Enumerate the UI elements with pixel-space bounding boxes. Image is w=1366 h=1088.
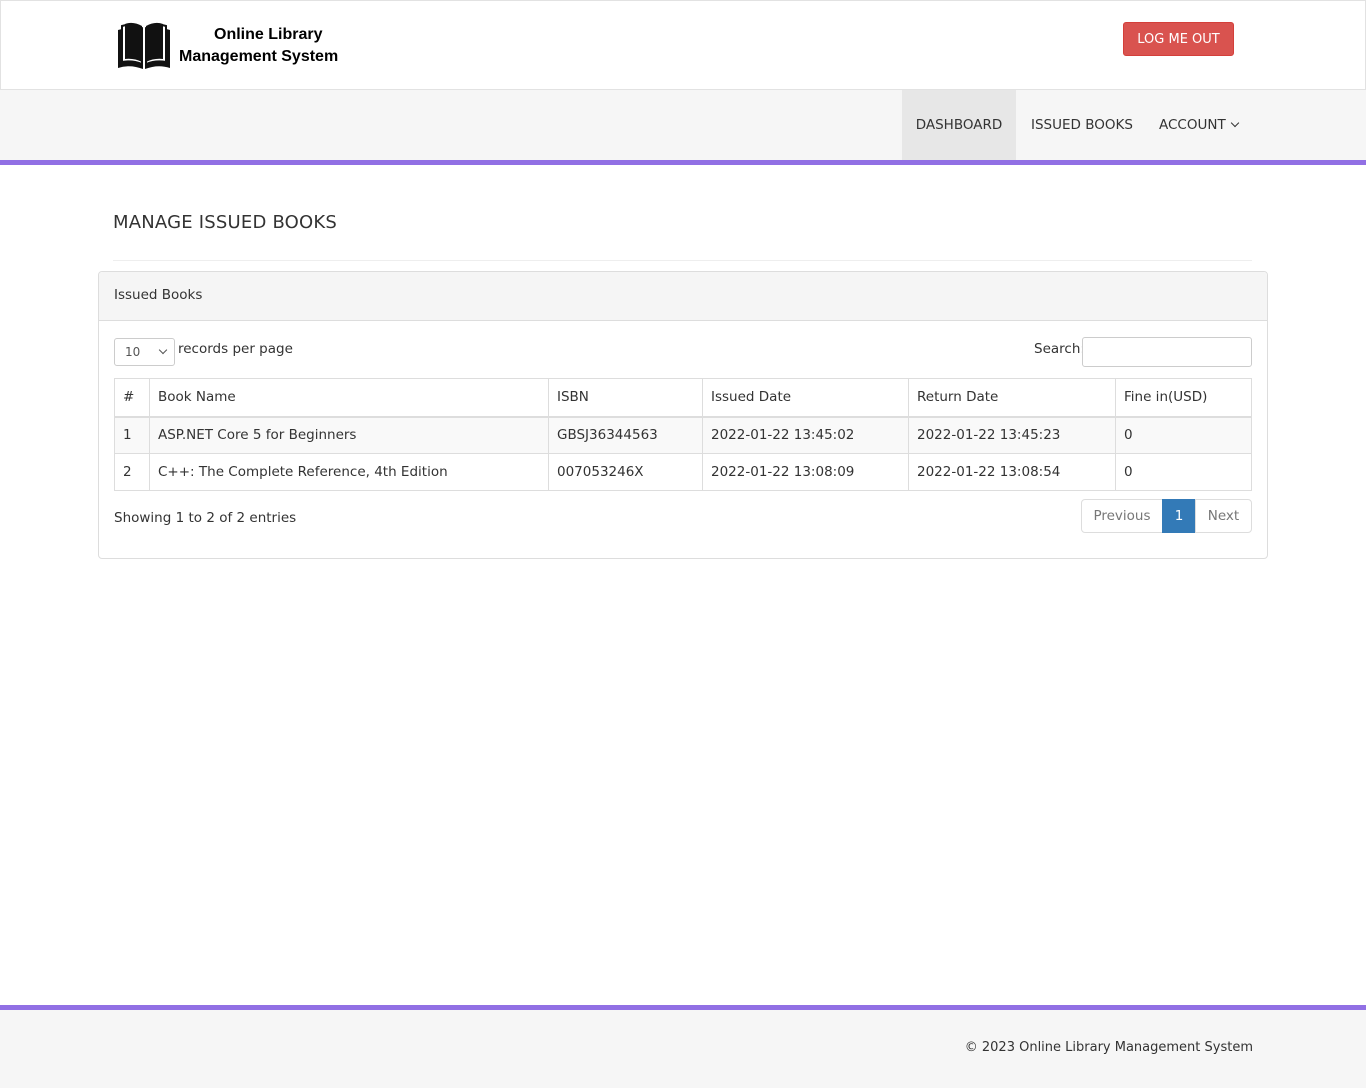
cell-number: 2 — [114, 453, 150, 491]
footer: © 2023 Online Library Management System — [0, 1010, 1366, 1088]
logo[interactable]: Online Library Management System — [116, 20, 338, 72]
nav-issued-books[interactable]: ISSUED BOOKS — [1031, 90, 1133, 160]
logo-line1: Online Library — [214, 26, 323, 43]
cell-fine: 0 — [1115, 416, 1252, 454]
pagination-page-1[interactable]: 1 — [1162, 499, 1196, 533]
table-row: 2 C++: The Complete Reference, 4th Editi… — [114, 453, 1252, 491]
column-header-fine[interactable]: Fine in(USD) — [1115, 378, 1252, 418]
search-label: Search: — [1034, 341, 1085, 357]
column-header-isbn[interactable]: ISBN — [548, 378, 703, 418]
nav-account-label: ACCOUNT — [1159, 117, 1226, 133]
cell-issued-date: 2022-01-22 13:45:02 — [702, 416, 909, 454]
panel-heading-text: Issued Books — [114, 287, 203, 303]
table-info: Showing 1 to 2 of 2 entries — [114, 510, 297, 526]
chevron-down-icon — [1230, 118, 1239, 128]
cell-return-date: 2022-01-22 13:08:54 — [908, 453, 1116, 491]
panel-heading: Issued Books — [99, 272, 1267, 321]
page-title: MANAGE ISSUED BOOKS — [113, 212, 338, 233]
cell-fine: 0 — [1115, 453, 1252, 491]
pagination-previous[interactable]: Previous — [1081, 499, 1163, 533]
navbar: DASHBOARD ISSUED BOOKS ACCOUNT — [0, 90, 1366, 160]
cell-number: 1 — [114, 416, 150, 454]
cell-book-name: C++: The Complete Reference, 4th Edition — [149, 453, 549, 491]
title-divider — [113, 260, 1252, 261]
nav-dashboard[interactable]: DASHBOARD — [902, 90, 1016, 160]
logo-line2: Management System — [179, 48, 339, 65]
column-header-issued-date[interactable]: Issued Date — [702, 378, 909, 418]
table-row: 1 ASP.NET Core 5 for Beginners GBSJ36344… — [114, 416, 1252, 454]
pagination-next[interactable]: Next — [1195, 499, 1252, 533]
cell-issued-date: 2022-01-22 13:08:09 — [702, 453, 909, 491]
records-per-page-label: records per page — [178, 341, 293, 357]
nav-accent-strip — [0, 160, 1366, 165]
records-per-page-value: 10 — [125, 345, 141, 359]
header: Online Library Management System LOG ME … — [0, 0, 1366, 90]
table-header-row: # Book Name ISBN Issued Date Return Date… — [114, 378, 1252, 418]
pagination: Previous 1 Next — [1081, 499, 1252, 533]
nav-account[interactable]: ACCOUNT — [1159, 90, 1239, 160]
issued-books-table: # Book Name ISBN Issued Date Return Date… — [114, 378, 1252, 491]
nav-dashboard-label: DASHBOARD — [915, 117, 1003, 133]
column-header-book-name[interactable]: Book Name — [149, 378, 549, 418]
search-input[interactable] — [1082, 337, 1252, 367]
column-header-number[interactable]: # — [114, 378, 150, 418]
cell-isbn: 007053246X — [548, 453, 703, 491]
cell-isbn: GBSJ36344563 — [548, 416, 703, 454]
cell-return-date: 2022-01-22 13:45:23 — [908, 416, 1116, 454]
records-per-page-select[interactable]: 10 — [114, 338, 175, 366]
chevron-down-icon — [158, 345, 168, 355]
column-header-return-date[interactable]: Return Date — [908, 378, 1116, 418]
footer-copyright: © 2023 Online Library Management System — [964, 1040, 1253, 1055]
logout-button[interactable]: LOG ME OUT — [1123, 22, 1234, 56]
book-icon — [118, 22, 170, 69]
logo-text: Online Library Management System — [179, 24, 338, 68]
nav-issued-books-label: ISSUED BOOKS — [1031, 117, 1133, 133]
cell-book-name: ASP.NET Core 5 for Beginners — [149, 416, 549, 454]
